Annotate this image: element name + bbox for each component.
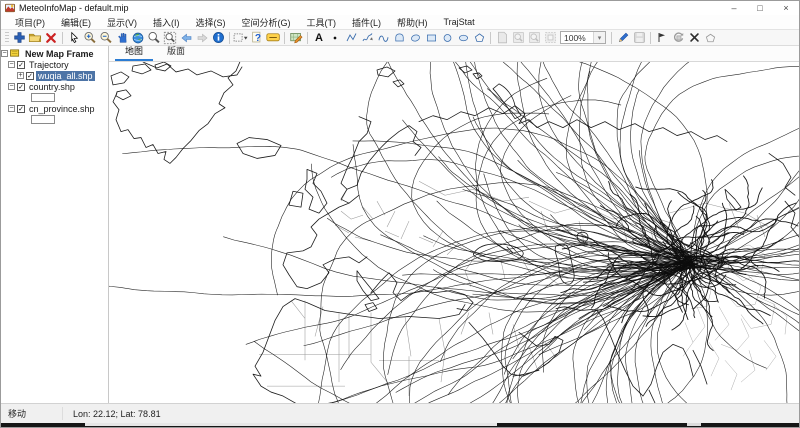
layer-checkbox[interactable]: ✓ (17, 83, 25, 91)
menu-trajstat[interactable]: TrajStat (436, 15, 483, 29)
menu-geoprocessing[interactable]: 空间分析(G) (234, 15, 299, 29)
zoom-level-value: 100% (561, 33, 593, 43)
close-button[interactable]: × (773, 1, 799, 15)
expand-icon[interactable]: + (17, 72, 24, 79)
menu-tools[interactable]: 工具(T) (299, 15, 345, 29)
ellipse-tool-icon[interactable] (455, 30, 471, 45)
identify-icon[interactable] (210, 30, 226, 45)
polygon-outline-icon[interactable] (702, 30, 718, 45)
freehand-tool-icon[interactable] (359, 30, 375, 45)
layers-legend-panel: − New Map Frame − ✓ Trajectory + ✓ wuqia… (1, 46, 109, 403)
status-coordinates: Lon: 22.12; Lat: 78.81 (63, 409, 161, 419)
tree-node-country-layer[interactable]: − ✓ country.shp (1, 81, 108, 92)
legend-item (1, 92, 108, 103)
bottom-window-edge (1, 423, 799, 427)
zoom-next-icon[interactable] (194, 30, 210, 45)
polyline-tool-icon[interactable] (343, 30, 359, 45)
toolbar-separator (490, 32, 491, 44)
tab-layout[interactable]: 版面 (157, 42, 195, 61)
tree-label[interactable]: country.shp (27, 82, 77, 92)
layer-checkbox[interactable]: ✓ (17, 105, 25, 113)
open-project-icon[interactable] (27, 30, 43, 45)
collapse-icon[interactable]: − (8, 105, 15, 112)
layer-checkbox[interactable]: ✓ (26, 72, 34, 80)
delete-graphic-icon[interactable] (686, 30, 702, 45)
oval-tool-icon[interactable] (407, 30, 423, 45)
menu-insert[interactable]: 插入(I) (145, 15, 188, 29)
menu-edit[interactable]: 编辑(E) (53, 15, 99, 29)
app-window: MeteoInfoMap - default.mip – □ × 项目(P) 编… (0, 0, 800, 428)
select-flag-icon[interactable] (654, 30, 670, 45)
curve-tool-icon[interactable] (375, 30, 391, 45)
new-layout-icon[interactable] (494, 30, 510, 45)
menu-view[interactable]: 显示(V) (99, 15, 145, 29)
tree-node-map-frame[interactable]: − New Map Frame (1, 48, 108, 59)
minimize-button[interactable]: – (721, 1, 747, 15)
view-tabs: 地图 版面 (109, 46, 799, 62)
zoom-in-layout-icon[interactable] (510, 30, 526, 45)
toolbar-separator (307, 32, 308, 44)
layer-checkbox[interactable]: ✓ (17, 61, 25, 69)
toolbar-separator (650, 32, 651, 44)
trajectory-layer (109, 62, 799, 403)
circle-tool-icon[interactable] (439, 30, 455, 45)
country-borders-layer (259, 181, 769, 396)
edit-map-icon[interactable] (288, 30, 304, 45)
menu-plugins[interactable]: 插件(L) (344, 15, 389, 29)
tree-label[interactable]: New Map Frame (23, 49, 96, 59)
tree-node-province-layer[interactable]: − ✓ cn_province.shp (1, 103, 108, 114)
tab-map[interactable]: 地图 (115, 42, 153, 61)
menu-help[interactable]: 帮助(H) (389, 15, 436, 29)
help-icon[interactable]: ? (249, 30, 265, 45)
point-tool-icon[interactable] (327, 30, 343, 45)
status-bar: 移动 Lon: 22.12; Lat: 78.81 (1, 403, 799, 423)
legend-swatch (31, 93, 55, 102)
add-frame-icon[interactable] (11, 30, 27, 45)
zoom-in-icon[interactable] (82, 30, 98, 45)
tree-label[interactable]: cn_province.shp (27, 104, 97, 114)
map-canvas[interactable] (109, 62, 799, 403)
fit-layout-icon[interactable] (542, 30, 558, 45)
legend-item (1, 114, 108, 125)
collapse-icon[interactable]: − (8, 61, 15, 68)
label-icon[interactable] (265, 30, 281, 45)
tree-node-trajectory-group[interactable]: − ✓ Trajectory (1, 59, 108, 70)
text-tool-icon[interactable]: A (311, 30, 327, 45)
collapse-icon[interactable]: − (1, 50, 8, 57)
menu-bar: 项目(P) 编辑(E) 显示(V) 插入(I) 选择(S) 空间分析(G) 工具… (1, 15, 799, 29)
toolbar-separator (284, 32, 285, 44)
legend-swatch (31, 115, 55, 124)
collapse-icon[interactable]: − (8, 83, 15, 90)
svg-text:?: ? (254, 33, 260, 44)
zoom-out-layout-icon[interactable] (526, 30, 542, 45)
map-frame-icon (10, 49, 21, 58)
tree-label[interactable]: Trajectory (27, 60, 71, 70)
toolbar-grip (5, 32, 9, 44)
chevron-down-icon[interactable]: ▾ (593, 32, 605, 43)
select-arrow-icon[interactable] (66, 30, 82, 45)
zoom-level-combo[interactable]: 100% ▾ (560, 31, 606, 44)
toolbar-separator (611, 32, 612, 44)
save-icon[interactable] (631, 30, 647, 45)
custom-polygon-tool-icon[interactable] (471, 30, 487, 45)
map-view[interactable] (109, 62, 799, 403)
tree-label[interactable]: wuqia_all.shp (36, 71, 95, 81)
rectangle-tool-icon[interactable] (423, 30, 439, 45)
tree-node-wuqia-layer[interactable]: + ✓ wuqia_all.shp (1, 70, 108, 81)
toolbar-separator (229, 32, 230, 44)
edit-pencil-icon[interactable] (615, 30, 631, 45)
toolbar-separator (62, 32, 63, 44)
remove-frame-icon[interactable] (43, 30, 59, 45)
menu-selection[interactable]: 选择(S) (188, 15, 234, 29)
app-icon (5, 3, 15, 13)
maximize-button[interactable]: □ (747, 1, 773, 15)
select-by-rectangle-icon[interactable] (233, 30, 249, 45)
window-title: MeteoInfoMap - default.mip (19, 3, 129, 13)
zoom-out-icon[interactable] (98, 30, 114, 45)
rotate-icon[interactable] (670, 30, 686, 45)
title-bar[interactable]: MeteoInfoMap - default.mip – □ × (1, 1, 799, 15)
status-mode: 移动 (1, 407, 63, 420)
menu-project[interactable]: 项目(P) (7, 15, 53, 29)
polygon-tool-icon[interactable] (391, 30, 407, 45)
